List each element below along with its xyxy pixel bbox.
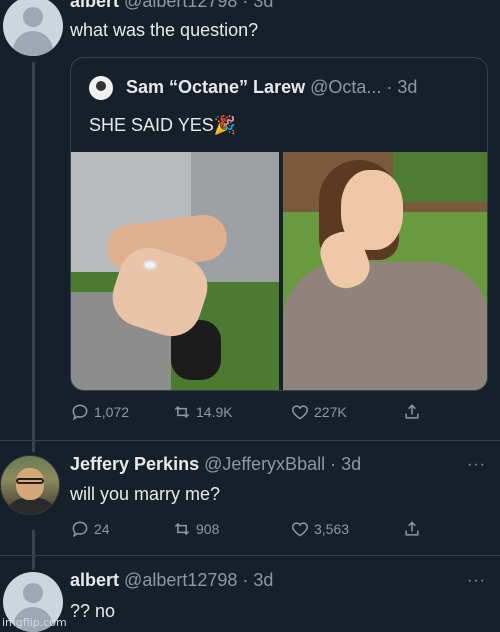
quote-timestamp: · 3d bbox=[386, 76, 418, 97]
share-icon bbox=[405, 404, 419, 419]
avatar[interactable] bbox=[0, 455, 60, 515]
heart-icon bbox=[291, 522, 309, 537]
retweet-count: 14.9K bbox=[196, 404, 233, 420]
quote-avatar bbox=[89, 76, 113, 100]
thread-line bbox=[32, 62, 35, 452]
default-avatar-icon[interactable] bbox=[3, 0, 63, 56]
retweet-icon bbox=[174, 522, 190, 536]
display-name[interactable]: albert bbox=[70, 570, 119, 590]
reply-count: 1,072 bbox=[94, 404, 130, 420]
photo-woman-smiling[interactable] bbox=[283, 152, 487, 390]
tweet-divider bbox=[0, 440, 500, 441]
like-button[interactable]: 3,563 bbox=[290, 519, 402, 539]
tweet-actions: 24 908 3,563 bbox=[70, 519, 422, 539]
like-button[interactable]: 227K bbox=[290, 402, 402, 422]
party-popper-icon: 🎉 bbox=[213, 115, 237, 135]
share-icon bbox=[405, 521, 419, 536]
tweet-divider bbox=[0, 555, 500, 556]
reply-icon bbox=[72, 521, 88, 538]
like-count: 227K bbox=[314, 404, 347, 420]
tweet-actions: 1,072 14.9K 227K bbox=[70, 402, 422, 422]
share-button[interactable] bbox=[402, 519, 422, 539]
photo-ring-hands[interactable] bbox=[71, 152, 279, 390]
quote-text: SHE SAID YES bbox=[89, 115, 214, 135]
tweet-text: ?? no bbox=[70, 601, 116, 621]
retweet-button[interactable]: 14.9K bbox=[172, 402, 290, 422]
timestamp[interactable]: · 3d bbox=[330, 454, 361, 474]
user-handle[interactable]: @JefferyxBball bbox=[204, 454, 325, 474]
display-name[interactable]: Jeffery Perkins bbox=[70, 454, 199, 474]
display-name[interactable]: albert bbox=[70, 0, 119, 11]
heart-icon bbox=[291, 405, 309, 420]
tweet-header: albert @albert12798 · 3d bbox=[70, 0, 273, 12]
retweet-icon bbox=[174, 405, 190, 419]
reply-button[interactable]: 1,072 bbox=[70, 402, 172, 422]
imgflip-watermark: imgflip.com bbox=[2, 616, 67, 629]
like-count: 3,563 bbox=[314, 521, 350, 537]
share-button[interactable] bbox=[402, 402, 422, 422]
retweet-button[interactable]: 908 bbox=[172, 519, 290, 539]
tweet-text: what was the question? bbox=[70, 20, 259, 40]
thread-line bbox=[32, 530, 35, 570]
user-handle[interactable]: @albert12798 bbox=[124, 570, 237, 590]
quote-header: Sam “Octane” Larew @Octa... · 3d bbox=[89, 76, 417, 100]
tweet-header: Jeffery Perkins @JefferyxBball · 3d bbox=[70, 454, 361, 475]
tweet-header: albert @albert12798 · 3d bbox=[70, 570, 273, 591]
quote-text-row: SHE SAID YES🎉 bbox=[89, 115, 236, 136]
more-options-icon[interactable]: ··· bbox=[467, 572, 486, 590]
timestamp[interactable]: · 3d bbox=[242, 570, 273, 590]
reply-count: 24 bbox=[94, 521, 110, 537]
quote-handle: @Octa... bbox=[310, 76, 382, 97]
user-handle[interactable]: @albert12798 bbox=[124, 0, 237, 11]
retweet-count: 908 bbox=[196, 521, 220, 537]
timestamp[interactable]: · 3d bbox=[242, 0, 273, 11]
reply-button[interactable]: 24 bbox=[70, 519, 172, 539]
more-options-icon[interactable]: ··· bbox=[467, 456, 486, 474]
reply-icon bbox=[72, 404, 88, 421]
quoted-tweet[interactable]: Sam “Octane” Larew @Octa... · 3d SHE SAI… bbox=[70, 57, 488, 391]
tweet-text: will you marry me? bbox=[70, 484, 221, 504]
quote-display-name: Sam “Octane” Larew bbox=[126, 76, 306, 97]
